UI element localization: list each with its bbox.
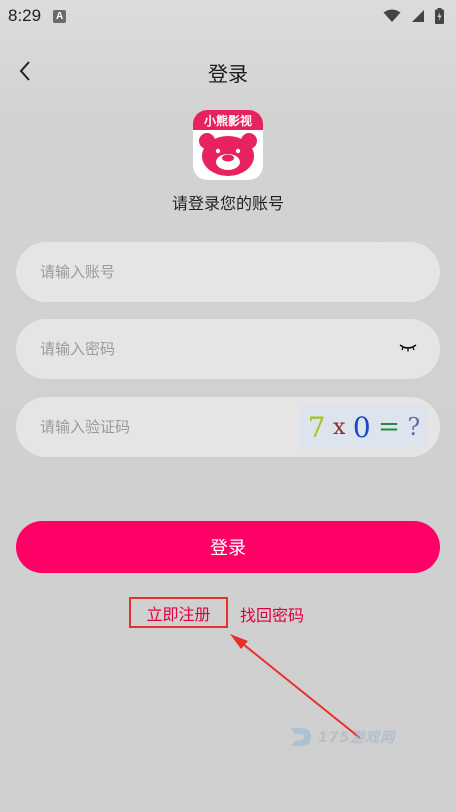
captcha-char: x — [332, 414, 346, 440]
register-link[interactable]: 立即注册 — [129, 597, 228, 628]
captcha-input[interactable] — [40, 407, 280, 447]
status-icons — [383, 8, 444, 24]
captcha-char: 7 — [307, 410, 326, 444]
wifi-icon — [383, 9, 401, 22]
watermark-text: 175游戏网 — [318, 730, 396, 746]
signal-icon — [412, 10, 424, 22]
app-logo: 小熊影视 — [193, 110, 263, 180]
captcha-field-container: 7 x 0 = ? — [16, 397, 440, 457]
captcha-char: 0 — [352, 410, 371, 444]
status-time: 8:29 — [8, 6, 42, 25]
watermark-logo-icon — [291, 728, 311, 746]
status-bar: 8:29 A — [0, 0, 456, 32]
notification-badge: A — [53, 9, 67, 23]
register-label: 立即注册 — [146, 604, 211, 624]
captcha-char: ? — [407, 413, 421, 441]
account-input[interactable] — [40, 252, 340, 292]
captcha-image[interactable]: 7 x 0 = ? — [300, 405, 428, 449]
page-title: 登录 — [208, 62, 248, 86]
captcha-char: = — [378, 412, 400, 442]
eye-closed-icon[interactable] — [398, 341, 418, 355]
logo-text: 小熊影视 — [204, 113, 252, 128]
login-button[interactable]: 登录 — [16, 521, 440, 573]
account-field-container — [16, 242, 440, 302]
forgot-password-link[interactable]: 找回密码 — [240, 602, 304, 626]
login-prompt: 请登录您的账号 — [171, 194, 284, 213]
watermark: 175游戏网 — [288, 722, 408, 752]
battery-icon — [435, 8, 444, 24]
password-field-container — [16, 319, 440, 379]
password-input[interactable] — [40, 329, 340, 369]
nav-bar: 登录 — [0, 48, 456, 94]
